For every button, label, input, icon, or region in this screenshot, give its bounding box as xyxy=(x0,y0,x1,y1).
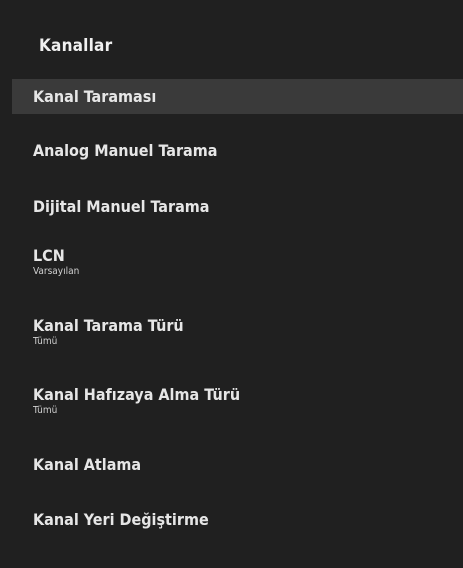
menu-item-label: Kanal Taraması xyxy=(33,87,157,106)
menu-item-value: Tümü xyxy=(33,336,58,347)
menu-item-label: Dijital Manuel Tarama xyxy=(33,197,210,216)
menu-item-label: Kanal Tarama Türü xyxy=(33,316,184,335)
menu-item-kanal-atlama[interactable]: Kanal Atlama xyxy=(12,455,463,475)
panel-title: Kanallar xyxy=(39,36,113,56)
channels-settings-panel: Kanallar Kanal Taraması Analog Manuel Ta… xyxy=(0,0,463,568)
menu-item-kanal-tarama-turu[interactable]: Kanal Tarama Türü Tümü xyxy=(12,316,463,348)
menu-item-label: Kanal Yeri Değiştirme xyxy=(33,510,209,529)
menu-item-value: Tümü xyxy=(33,405,58,416)
menu-item-lcn[interactable]: LCN Varsayılan xyxy=(12,246,463,278)
menu-item-label: LCN xyxy=(33,246,65,265)
menu-item-label: Analog Manuel Tarama xyxy=(33,141,218,160)
menu-item-kanal-taramasi[interactable]: Kanal Taraması xyxy=(12,79,463,114)
menu-item-label: Kanal Hafızaya Alma Türü xyxy=(33,385,241,404)
menu-item-dijital-manuel-tarama[interactable]: Dijital Manuel Tarama xyxy=(12,197,463,217)
menu-item-label: Kanal Atlama xyxy=(33,455,142,474)
menu-item-kanal-hafizaya-alma-turu[interactable]: Kanal Hafızaya Alma Türü Tümü xyxy=(12,385,463,417)
menu-item-value: Varsayılan xyxy=(33,266,80,277)
menu-item-kanal-yeri-degistirme[interactable]: Kanal Yeri Değiştirme xyxy=(12,510,463,530)
menu-item-analog-manuel-tarama[interactable]: Analog Manuel Tarama xyxy=(12,141,463,161)
